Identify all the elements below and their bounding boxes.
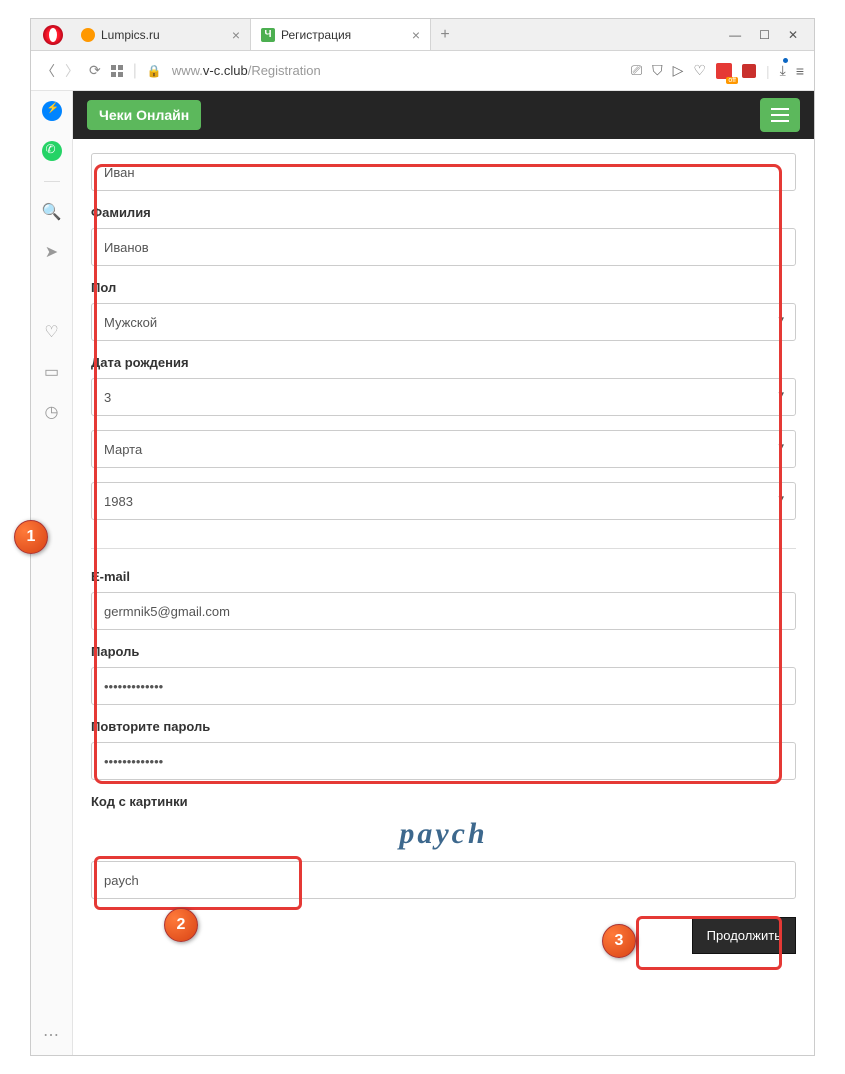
password-label: Пароль [91,644,796,659]
minimize-icon[interactable]: — [729,28,741,42]
page-viewport[interactable]: Чеки Онлайн Фамилия Пол Мужской [73,91,814,1055]
toolbar-icons: ⎚ ⛉ ▷ ♡ | ⤓ ≡ [631,62,804,79]
back-icon[interactable]: 〈 [41,61,55,81]
dob-label: Дата рождения [91,355,796,370]
speed-dial-icon[interactable] [42,282,62,302]
gender-select[interactable]: Мужской [91,303,796,341]
close-icon[interactable]: × [412,27,420,43]
gender-label: Пол [91,280,796,295]
password2-field[interactable] [91,742,796,780]
whatsapp-icon[interactable] [42,141,62,161]
messenger-icon[interactable] [42,101,62,121]
sidebar-more-icon[interactable]: ⋯ [42,1025,62,1045]
send-icon[interactable]: ▷ [673,62,684,79]
last-name-label: Фамилия [91,205,796,220]
heart-icon[interactable]: ♡ [693,62,706,79]
dob-month-select[interactable]: Марта [91,430,796,468]
downloads-icon[interactable]: ⤓ [780,62,786,79]
reload-icon[interactable]: ⟳ [89,62,101,79]
opera-menu-icon[interactable] [43,25,63,45]
first-name-field[interactable] [91,153,796,191]
dob-day-select[interactable]: 3 [91,378,796,416]
continue-button[interactable]: Продолжить [692,917,796,954]
close-icon[interactable]: × [232,27,240,43]
brand-button[interactable]: Чеки Онлайн [87,100,201,130]
adblock-icon[interactable] [716,63,732,79]
lock-icon[interactable]: 🔒 [147,64,162,78]
nav-buttons: 〈 〉 ⟳ [41,61,123,81]
bookmarks-icon[interactable]: ♡ [42,322,62,342]
url-field[interactable]: www.v-c.club/Registration [172,63,621,78]
tab-strip: Lumpics.ru × Ч Регистрация × + [71,19,713,50]
captcha-label: Код с картинки [91,794,796,809]
address-bar: 〈 〉 ⟳ | 🔒 www.v-c.club/Registration ⎚ ⛉ … [31,51,814,91]
tab-registration[interactable]: Ч Регистрация × [251,19,431,50]
password2-label: Повторите пароль [91,719,796,734]
new-tab-button[interactable]: + [431,19,459,50]
title-bar: Lumpics.ru × Ч Регистрация × + — ☐ ✕ [31,19,814,51]
window-controls: — ☐ ✕ [713,28,814,42]
speed-dial-icon[interactable] [111,65,123,77]
favicon-icon: Ч [261,28,275,42]
site-navbar: Чеки Онлайн [73,91,814,139]
sidebar: 🔍 ➤ ♡ ▭ ◷ ⋯ [31,91,73,1055]
password-field[interactable] [91,667,796,705]
news-icon[interactable]: ▭ [42,362,62,382]
tab-lumpics[interactable]: Lumpics.ru × [71,19,251,50]
close-window-icon[interactable]: ✕ [788,28,798,42]
history-icon[interactable]: ◷ [42,402,62,422]
screenshot-icon[interactable]: ⎚ [631,62,642,79]
captcha-image: paych [91,817,796,851]
search-icon[interactable]: 🔍 [42,202,62,222]
divider [91,548,796,549]
maximize-icon[interactable]: ☐ [759,28,770,42]
email-label: E-mail [91,569,796,584]
forward-icon[interactable]: 〉 [65,61,79,81]
send-icon[interactable]: ➤ [42,242,62,262]
extension-icon[interactable] [742,64,756,78]
shield-icon[interactable]: ⛉ [652,62,663,79]
last-name-field[interactable] [91,228,796,266]
menu-toggle[interactable] [760,98,800,132]
easy-setup-icon[interactable]: ≡ [796,63,804,79]
browser-window: Lumpics.ru × Ч Регистрация × + — ☐ ✕ 〈 〉… [30,18,815,1056]
captcha-field[interactable] [91,861,796,899]
registration-form: Фамилия Пол Мужской Дата рождения 3 Март… [73,139,814,982]
dob-year-select[interactable]: 1983 [91,482,796,520]
separator: | [133,62,137,80]
tab-title: Lumpics.ru [101,28,160,42]
email-field[interactable] [91,592,796,630]
tab-title: Регистрация [281,28,351,42]
favicon-icon [81,28,95,42]
